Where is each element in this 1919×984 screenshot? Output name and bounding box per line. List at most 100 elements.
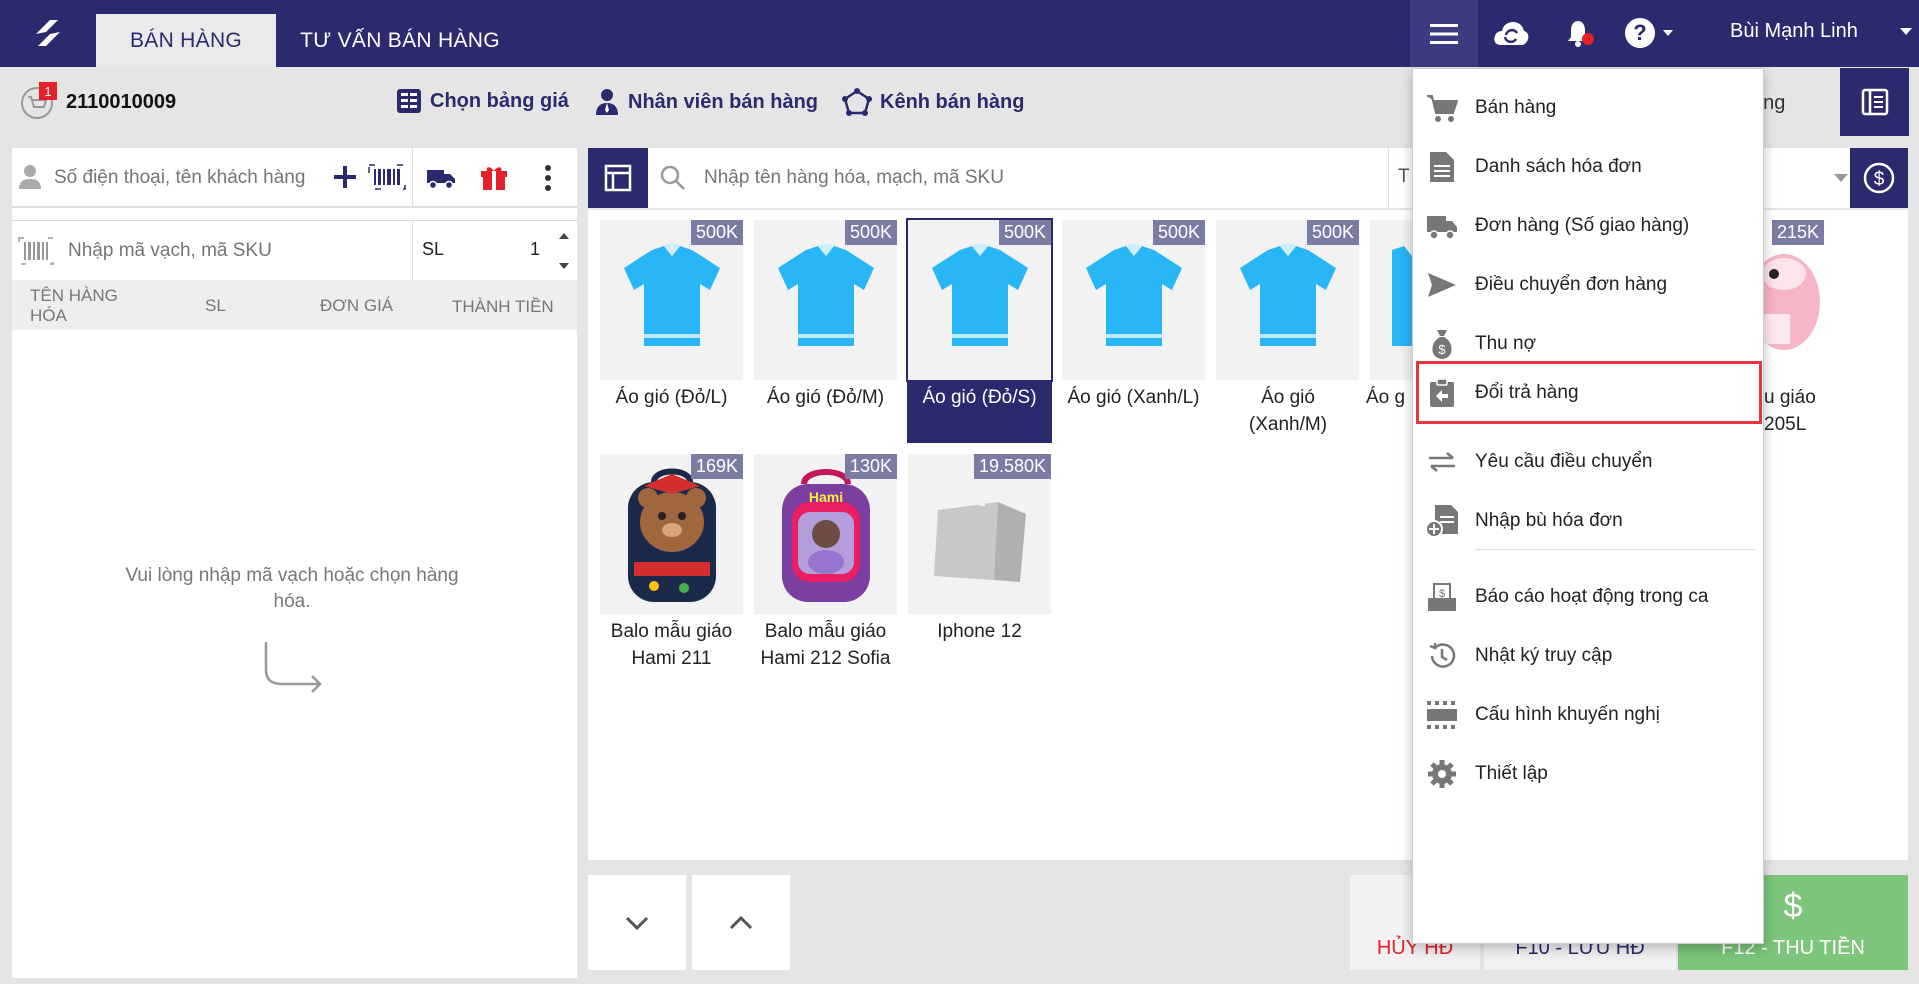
menu-item-cau-hinh-khuyen-nghi[interactable]: Cấu hình khuyến nghị bbox=[1413, 685, 1765, 745]
sku-input[interactable] bbox=[68, 235, 408, 267]
sku-input-row: SL 1 bbox=[12, 220, 577, 281]
pink-backpack-image bbox=[1764, 254, 1820, 350]
col-total: THÀNH TIỀN bbox=[452, 297, 554, 316]
product-name[interactable]: Áo gió (Xanh/L) bbox=[1056, 384, 1211, 411]
menu-item-danh-sach-hoa-don[interactable]: Danh sách hóa đơn bbox=[1413, 137, 1765, 197]
category-select[interactable]: T bbox=[1398, 166, 1410, 188]
barcode-icon bbox=[18, 237, 54, 265]
config-icon bbox=[1425, 698, 1459, 732]
menu-item-dieu-chuyen-don-hang[interactable]: Điều chuyển đơn hàng bbox=[1413, 255, 1765, 315]
menu-item-don-hang[interactable]: Đơn hàng (Số giao hàng) bbox=[1413, 196, 1765, 256]
scroll-down-button[interactable] bbox=[588, 875, 686, 970]
product-card-partial[interactable]: 215K bbox=[1764, 220, 1824, 380]
product-name[interactable]: Balo mẫu giáo Hami 212 Sofia bbox=[748, 618, 903, 672]
qty-value[interactable]: 1 bbox=[530, 239, 540, 260]
menu-item-nhap-bu-hoa-don[interactable]: Nhập bù hóa đơn bbox=[1413, 491, 1765, 551]
product-name[interactable]: Iphone 12 bbox=[902, 618, 1057, 645]
product-name-partial[interactable]: u giáo 205L bbox=[1764, 384, 1824, 438]
menu-item-ban-hang[interactable]: Bán hàng bbox=[1413, 78, 1765, 138]
customer-search-input[interactable] bbox=[54, 162, 334, 194]
price-list-button[interactable]: Chọn bảng giá bbox=[396, 88, 569, 114]
tshirt-image bbox=[1392, 246, 1412, 346]
layout-toggle-button[interactable] bbox=[588, 148, 648, 208]
transfer-icon bbox=[1425, 445, 1459, 479]
user-name[interactable]: Bùi Mạnh Linh bbox=[1730, 20, 1858, 43]
menu-item-label: Nhập bù hóa đơn bbox=[1475, 510, 1623, 531]
empty-cart-message: Vui lòng nhập mã vạch hoặc chọn hàng hóa… bbox=[125, 565, 459, 612]
product-price: 500K bbox=[844, 220, 897, 245]
menu-item-label: Thiết lập bbox=[1475, 763, 1548, 784]
user-icon bbox=[19, 165, 41, 189]
product-price: 500K bbox=[1152, 220, 1205, 245]
order-number[interactable]: 2110010009 bbox=[66, 91, 176, 114]
product-name[interactable]: Balo mẫu giáo Hami 211 bbox=[594, 618, 749, 672]
product-name[interactable]: Áo gió (Xanh/M) bbox=[1228, 384, 1348, 438]
scroll-up-button[interactable] bbox=[692, 875, 790, 970]
bear-backpack-image bbox=[628, 468, 716, 602]
tshirt-image bbox=[778, 244, 874, 346]
cart-table-header: TÊN HÀNG HÓA SL ĐƠN GIÁ THÀNH TIỀN bbox=[12, 280, 577, 330]
send-icon bbox=[1425, 268, 1459, 302]
product-name[interactable]: Áo gió (Đỏ/M) bbox=[748, 384, 903, 411]
menu-item-yeu-cau-dieu-chuyen[interactable]: Yêu cầu điều chuyển bbox=[1413, 432, 1765, 492]
category-chevron-down-icon[interactable] bbox=[1834, 174, 1848, 182]
product-card[interactable]: 500K bbox=[1216, 220, 1359, 380]
product-card[interactable]: Hami 130K bbox=[754, 454, 897, 614]
product-card-selected[interactable]: 500K bbox=[906, 218, 1053, 382]
product-card[interactable]: 169K bbox=[600, 454, 743, 614]
product-card-partial[interactable] bbox=[1370, 220, 1412, 380]
sales-channel-button[interactable]: Kênh bán hàng bbox=[842, 88, 1024, 116]
book-icon bbox=[1861, 88, 1888, 116]
tab-tu-van-ban-hang[interactable]: TƯ VẤN BÁN HÀNG bbox=[290, 14, 510, 67]
side-panel-toggle-button[interactable] bbox=[1840, 68, 1909, 136]
qty-up-icon[interactable] bbox=[559, 233, 569, 239]
product-card[interactable]: 500K bbox=[600, 220, 743, 380]
menu-item-doi-tra-hang[interactable]: Đổi trả hàng bbox=[1416, 361, 1762, 424]
top-bar: BÁN HÀNG TƯ VẤN BÁN HÀNG ? Bùi Mạnh Linh bbox=[0, 0, 1919, 67]
product-name-partial[interactable]: Áo g bbox=[1366, 384, 1412, 411]
menu-item-nhat-ky-truy-cap[interactable]: Nhật ký truy cập bbox=[1413, 626, 1765, 686]
menu-item-thiet-lap[interactable]: Thiết lập bbox=[1413, 744, 1765, 804]
product-search-input[interactable] bbox=[704, 162, 1124, 194]
price-list-label: Chọn bảng giá bbox=[430, 89, 569, 112]
product-price: 500K bbox=[1306, 220, 1359, 245]
arrow-down-right-icon bbox=[264, 642, 322, 693]
qty-down-icon[interactable] bbox=[559, 263, 569, 269]
product-price: 215K bbox=[1771, 220, 1824, 245]
gift-icon[interactable] bbox=[480, 164, 508, 192]
menu-item-label: Điều chuyển đơn hàng bbox=[1475, 274, 1668, 295]
product-name[interactable]: Áo gió (Đỏ/L) bbox=[594, 384, 749, 411]
menu-item-label: Thu nợ bbox=[1475, 333, 1537, 354]
product-price: 169K bbox=[690, 454, 743, 479]
help-button[interactable]: ? bbox=[1620, 12, 1676, 54]
return-icon bbox=[1425, 376, 1459, 410]
svg-text:$: $ bbox=[1438, 342, 1446, 357]
menu-item-label: Cấu hình khuyến nghị bbox=[1475, 704, 1660, 725]
menu-item-bao-cao-hoat-dong[interactable]: $ Báo cáo hoạt động trong ca bbox=[1413, 567, 1765, 627]
menu-item-label: Nhật ký truy cập bbox=[1475, 645, 1613, 666]
network-icon bbox=[842, 88, 872, 116]
product-card[interactable]: 19.580K bbox=[908, 454, 1051, 614]
product-card[interactable]: 500K bbox=[754, 220, 897, 380]
delivery-truck-icon[interactable] bbox=[426, 166, 456, 190]
customer-search-row bbox=[12, 148, 577, 208]
user-tie-icon bbox=[596, 89, 618, 115]
sales-staff-button[interactable]: Nhân viên bán hàng bbox=[594, 88, 818, 116]
cloud-sync-button[interactable] bbox=[1490, 12, 1532, 54]
search-icon bbox=[660, 165, 685, 190]
app-logo-icon bbox=[36, 20, 60, 46]
notification-button[interactable] bbox=[1560, 12, 1600, 54]
menu-icon bbox=[1430, 23, 1458, 44]
tab-ban-hang[interactable]: BÁN HÀNG bbox=[96, 14, 276, 67]
cart-icon bbox=[1425, 91, 1459, 125]
barcode-scan-icon[interactable] bbox=[368, 164, 406, 190]
chevron-up-icon bbox=[729, 915, 753, 929]
product-name-selected[interactable]: Áo gió (Đỏ/S) bbox=[907, 380, 1052, 443]
main-menu-button[interactable] bbox=[1410, 0, 1478, 67]
product-card[interactable]: 500K bbox=[1062, 220, 1205, 380]
more-options-icon[interactable] bbox=[544, 164, 552, 192]
price-mode-button[interactable]: $ bbox=[1850, 148, 1908, 208]
dollar-circle-icon: $ bbox=[1863, 162, 1895, 194]
user-chevron-down-icon[interactable] bbox=[1900, 28, 1912, 35]
add-customer-icon[interactable] bbox=[332, 164, 358, 190]
